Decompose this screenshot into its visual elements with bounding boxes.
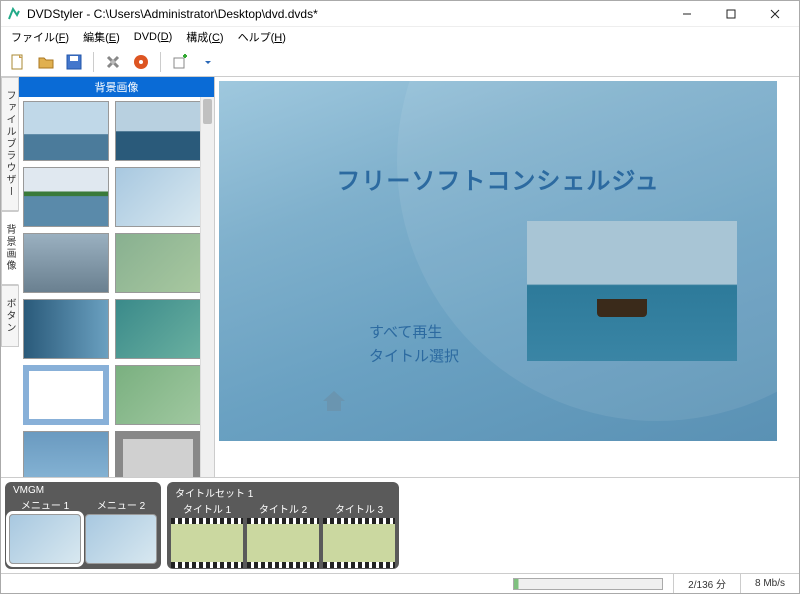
- palette-scrollbar[interactable]: [200, 97, 214, 477]
- background-palette: [19, 97, 214, 477]
- timeline-thumb[interactable]: [85, 514, 157, 564]
- toolbar-separator: [93, 52, 94, 72]
- timeline-title-2[interactable]: タイトル 2 002: [247, 501, 319, 580]
- maximize-button[interactable]: [709, 1, 753, 27]
- timeline-group-vmgm: VMGM メニュー 1 メニュー 2: [5, 482, 161, 569]
- menu-dvd[interactable]: DVD(D): [128, 30, 179, 44]
- bg-thumb[interactable]: [23, 365, 109, 425]
- menu-config[interactable]: 構成(C): [180, 28, 229, 46]
- save-button[interactable]: [63, 51, 85, 73]
- close-button[interactable]: [753, 1, 797, 27]
- window-title: DVDStyler - C:\Users\Administrator\Deskt…: [27, 7, 665, 21]
- title-bar: DVDStyler - C:\Users\Administrator\Deskt…: [1, 1, 799, 27]
- timeline-title-1[interactable]: タイトル 1 001: [171, 501, 243, 580]
- bg-thumb[interactable]: [115, 101, 201, 161]
- tab-backgrounds[interactable]: 背景画像: [1, 211, 19, 285]
- bg-thumb[interactable]: [23, 431, 109, 477]
- menu-thumbnail[interactable]: [527, 221, 737, 361]
- menu-title-select[interactable]: タイトル選択: [369, 345, 459, 366]
- scroll-thumb[interactable]: [203, 99, 212, 124]
- bg-thumb[interactable]: [23, 299, 109, 359]
- burn-button[interactable]: [130, 51, 152, 73]
- tab-buttons[interactable]: ボタン: [1, 285, 19, 347]
- timeline-group-titleset: タイトルセット 1 タイトル 1 001 タイトル 2 002 タイトル 3 0…: [167, 482, 399, 569]
- tab-file-browser[interactable]: ファイルブラウザー: [1, 77, 19, 211]
- timeline-title-3[interactable]: タイトル 3 003: [323, 501, 395, 580]
- timeline-thumb[interactable]: [171, 518, 243, 568]
- menu-edit[interactable]: 編集(E): [77, 28, 126, 46]
- add-dropdown[interactable]: [197, 51, 219, 73]
- toolbar-separator: [160, 52, 161, 72]
- minimize-button[interactable]: [665, 1, 709, 27]
- settings-button[interactable]: [102, 51, 124, 73]
- timeline-thumb[interactable]: [323, 518, 395, 568]
- menu-title[interactable]: フリーソフトコンシェルジュ: [219, 161, 777, 196]
- menu-play-all[interactable]: すべて再生: [369, 321, 442, 342]
- timeline-thumb[interactable]: [9, 514, 81, 564]
- bg-thumb[interactable]: [115, 365, 201, 425]
- bg-thumb[interactable]: [23, 101, 109, 161]
- timeline-menu-1[interactable]: メニュー 1: [9, 497, 81, 564]
- group-label: タイトルセット 1: [171, 484, 395, 501]
- open-button[interactable]: [35, 51, 57, 73]
- side-tabs: ファイルブラウザー 背景画像 ボタン: [1, 77, 19, 477]
- menu-file[interactable]: ファイル(F): [5, 28, 75, 46]
- main-area: ファイルブラウザー 背景画像 ボタン 背景画像: [1, 77, 799, 477]
- status-time: 2/136 分: [673, 574, 740, 593]
- timeline-menu-2[interactable]: メニュー 2: [85, 497, 157, 564]
- new-button[interactable]: [7, 51, 29, 73]
- app-window: DVDStyler - C:\Users\Administrator\Deskt…: [0, 0, 800, 594]
- menu-preview[interactable]: フリーソフトコンシェルジュ すべて再生 タイトル選択: [219, 81, 777, 441]
- panel-header: 背景画像: [19, 77, 214, 97]
- timeline: VMGM メニュー 1 メニュー 2 タイトルセット 1 タイトル 1 001: [1, 477, 799, 573]
- menu-bar: ファイル(F) 編集(E) DVD(D) 構成(C) ヘルプ(H): [1, 27, 799, 47]
- app-icon: [7, 7, 21, 21]
- bg-thumb[interactable]: [115, 233, 201, 293]
- add-button[interactable]: [169, 51, 191, 73]
- bg-thumb[interactable]: [23, 233, 109, 293]
- home-icon[interactable]: [319, 385, 349, 415]
- bg-thumb[interactable]: [115, 299, 201, 359]
- bg-thumb[interactable]: [23, 167, 109, 227]
- background-panel: 背景画像: [19, 77, 215, 477]
- bg-thumb[interactable]: [115, 167, 201, 227]
- toolbar: [1, 47, 799, 77]
- menu-canvas: フリーソフトコンシェルジュ すべて再生 タイトル選択: [215, 77, 799, 477]
- status-bitrate: 8 Mb/s: [740, 574, 799, 593]
- disc-usage-bar: [513, 578, 663, 590]
- status-bar: 2/136 分 8 Mb/s: [1, 573, 799, 593]
- menu-help[interactable]: ヘルプ(H): [232, 28, 292, 46]
- group-label: VMGM: [9, 484, 157, 497]
- timeline-thumb[interactable]: [247, 518, 319, 568]
- bg-thumb[interactable]: [115, 431, 201, 477]
